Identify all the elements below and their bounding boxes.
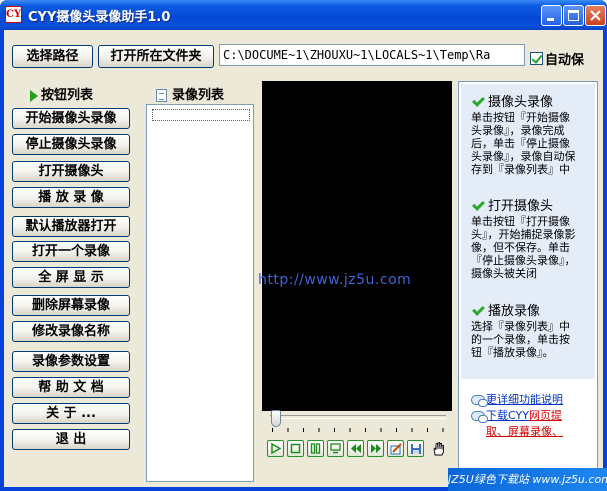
download-link[interactable]: 下载CYY网页提: [471, 408, 562, 423]
download-link-red[interactable]: 网页提: [529, 409, 562, 422]
recording-list[interactable]: [146, 104, 254, 482]
recordings-header: 录像列表: [156, 84, 224, 103]
download-link-line2[interactable]: 取、屏幕录像、: [486, 424, 563, 439]
close-icon: [590, 10, 601, 21]
help-section-title: 摄像头录像: [472, 91, 554, 110]
document-icon: [156, 89, 167, 102]
download-link-prefix[interactable]: 下载CYY: [486, 409, 529, 422]
video-preview: [262, 81, 452, 411]
green-check-icon: [472, 94, 485, 107]
play-icon: [271, 443, 281, 454]
details-link-text[interactable]: 更详细功能说明: [486, 393, 563, 406]
fast-forward-button[interactable]: [367, 440, 384, 457]
autosave-label: 自动保: [545, 53, 585, 68]
seek-slider-ticks: [272, 428, 444, 432]
download-link-red-line2[interactable]: 取、屏幕录像、: [486, 425, 563, 438]
seek-slider-thumb[interactable]: [271, 410, 281, 427]
title-bar[interactable]: CY CYY摄像头录像助手1.0: [0, 0, 607, 30]
help-text-play: 选择『录像列表』中的一个录像，单击按钮『播放录像』。: [471, 320, 570, 359]
start-recording-button[interactable]: 开始摄像头录像: [12, 108, 130, 129]
window-title: CYY摄像头录像助手1.0: [28, 10, 171, 25]
help-text-record: 单击按钮『开始摄像头录像』，录像完成后，单击『停止摄像头录像』，录像自动保存到『…: [471, 111, 576, 176]
monitor-button[interactable]: [327, 440, 344, 457]
hand-icon: [433, 441, 444, 455]
site-watermark-logo: JZ5U绿色下载站 www.jz5u.com: [448, 468, 607, 491]
chat-bubble-icon: [471, 395, 488, 407]
play-arrow-icon: [30, 89, 38, 102]
help-panel: 摄像头录像 单击按钮『开始摄像头录像』，录像完成后，单击『停止摄像头录像』，录像…: [458, 81, 598, 483]
save-path-field[interactable]: C:\DOCUME~1\ZHOUXU~1\LOCALS~1\Temp\Ra: [219, 44, 525, 66]
help-section-title: 播放录像: [472, 300, 541, 319]
buttons-header: 按钮列表: [30, 84, 93, 103]
close-button[interactable]: [585, 5, 606, 26]
seek-slider-track[interactable]: [270, 415, 446, 419]
maximize-icon: [568, 10, 579, 21]
rename-recording-button[interactable]: 修改录像名称: [12, 321, 130, 342]
minimize-button[interactable]: [541, 5, 562, 26]
minimize-icon: [547, 18, 554, 21]
exit-button[interactable]: 退 出: [12, 429, 130, 450]
autosave-checkbox[interactable]: 自动保: [530, 49, 585, 68]
app-icon: CY: [5, 6, 22, 23]
autosave-check-icon[interactable]: [530, 52, 543, 65]
hand-tool-button[interactable]: [430, 440, 447, 457]
rewind-button[interactable]: [347, 440, 364, 457]
open-folder-button[interactable]: 打开所在文件夹: [98, 45, 214, 68]
help-section-title: 打开摄像头: [472, 195, 554, 214]
pause-button[interactable]: [307, 440, 324, 457]
chat-bubble-icon: [471, 411, 488, 423]
app-window: CY CYY摄像头录像助手1.0 选择路径 打开所在文件夹 C:\DOCUME~…: [0, 0, 607, 491]
pause-icon: [310, 443, 321, 454]
fast-forward-icon: [370, 444, 381, 453]
help-title-open-camera: 打开摄像头: [488, 199, 554, 214]
watermark-url: http://www.jz5u.com: [258, 272, 412, 288]
client-area: 选择路径 打开所在文件夹 C:\DOCUME~1\ZHOUXU~1\LOCALS…: [4, 30, 603, 487]
rewind-icon: [350, 444, 361, 453]
help-text-open-camera: 单击按钮『打开摄像头』，开始捕捉录像影像，但不保存。单击『停止摄像头录像』，摄像…: [471, 215, 576, 280]
open-recording-button[interactable]: 打开一个录像: [12, 241, 130, 262]
save-button[interactable]: [407, 440, 424, 457]
play-recording-button[interactable]: 播 放 录 像: [12, 187, 130, 208]
help-title-play: 播放录像: [488, 304, 541, 319]
snapshot-button[interactable]: [387, 440, 404, 457]
help-title-record: 摄像头录像: [488, 95, 554, 110]
green-check-icon: [472, 198, 485, 211]
save-icon: [410, 443, 421, 454]
buttons-header-label: 按钮列表: [41, 88, 94, 103]
maximize-button[interactable]: [563, 5, 584, 26]
monitor-icon: [330, 443, 341, 454]
choose-path-button[interactable]: 选择路径: [12, 45, 93, 68]
list-item-focus[interactable]: [152, 109, 250, 121]
play-button[interactable]: [267, 440, 284, 457]
delete-recording-button[interactable]: 删除屏幕录像: [12, 295, 130, 316]
stop-recording-button[interactable]: 停止摄像头录像: [12, 134, 130, 155]
open-default-player-button[interactable]: 默认播放器打开: [12, 216, 130, 237]
recording-settings-button[interactable]: 录像参数设置: [12, 351, 130, 372]
recordings-header-label: 录像列表: [172, 88, 225, 103]
green-check-icon: [472, 303, 485, 316]
open-camera-button[interactable]: 打开摄像头: [12, 161, 130, 182]
stop-button[interactable]: [287, 440, 304, 457]
about-button[interactable]: 关 于 ...: [12, 403, 130, 424]
snapshot-icon: [390, 442, 402, 454]
fullscreen-button[interactable]: 全 屏 显 示: [12, 267, 130, 288]
details-link[interactable]: 更详细功能说明: [471, 392, 563, 407]
help-docs-button[interactable]: 帮 助 文 档: [12, 377, 130, 398]
stop-icon: [290, 443, 301, 454]
